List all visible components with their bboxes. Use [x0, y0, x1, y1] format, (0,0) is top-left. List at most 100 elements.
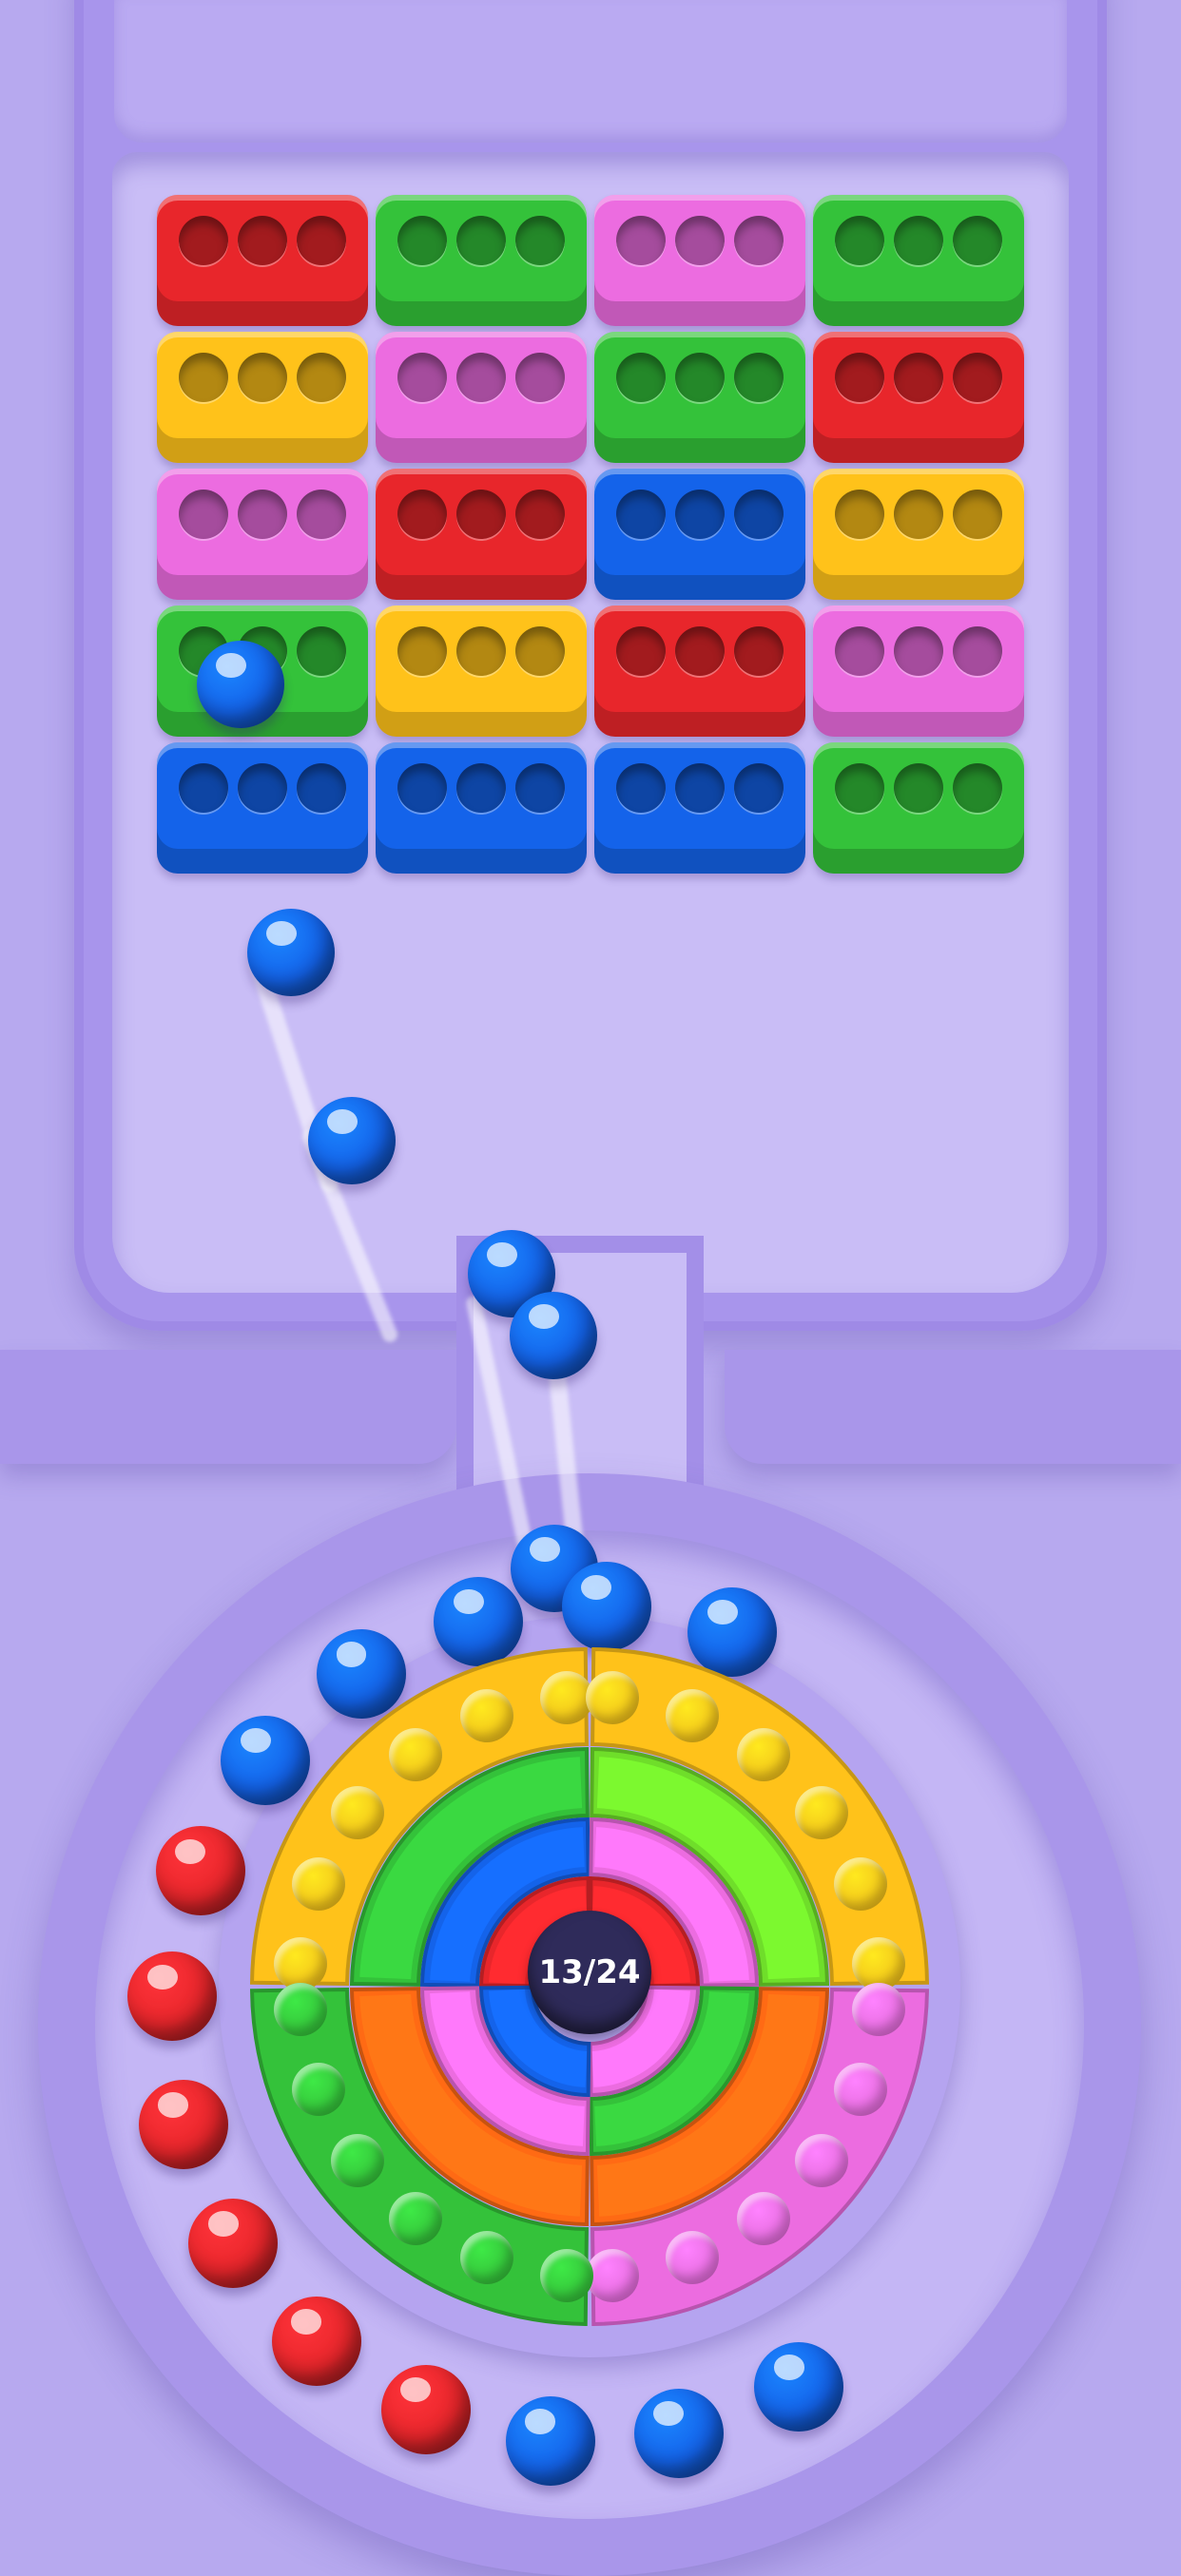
flying-ball — [247, 909, 335, 996]
brick-hole — [894, 216, 943, 265]
brick-red[interactable] — [594, 606, 805, 737]
brick-blue[interactable] — [594, 469, 805, 600]
queue-ball — [155, 1826, 245, 1916]
brick-hole — [515, 763, 565, 813]
wheel-peg — [273, 1936, 327, 1990]
wheel-peg — [852, 1936, 906, 1990]
brick-hole — [835, 763, 884, 813]
wheel-peg — [852, 1983, 906, 2037]
brick-pink[interactable] — [157, 469, 368, 600]
brick-hole — [894, 763, 943, 813]
brick-blue[interactable] — [376, 742, 587, 874]
wheel-peg — [291, 2063, 345, 2117]
wheel-peg — [794, 1785, 848, 1839]
wheel-peg — [539, 2249, 593, 2303]
brick-hole — [179, 216, 228, 265]
brick-hole — [953, 626, 1002, 676]
brick-hole — [297, 353, 346, 402]
wheel-peg — [273, 1983, 327, 2037]
brick-yellow[interactable] — [376, 606, 587, 737]
brick-hole — [835, 626, 884, 676]
brick-hole — [297, 626, 346, 676]
queue-ball — [138, 2080, 228, 2170]
brick-hole — [734, 763, 784, 813]
wheel-peg — [388, 2191, 442, 2245]
wheel-peg — [459, 1688, 513, 1742]
flying-ball — [308, 1097, 396, 1184]
wheel-peg — [737, 1728, 791, 1782]
brick-yellow[interactable] — [157, 332, 368, 463]
brick-hole — [675, 490, 725, 539]
queue-ball — [380, 2364, 471, 2454]
brick-yellow[interactable] — [813, 469, 1024, 600]
brick-blue[interactable] — [157, 742, 368, 874]
wheel-peg — [586, 1670, 640, 1724]
ball-counter: 13/24 — [528, 1911, 651, 2034]
wheel-peg — [666, 2231, 720, 2285]
brick-hole — [397, 490, 447, 539]
brick-hole — [616, 626, 666, 676]
wheel-peg — [459, 2231, 513, 2285]
brick-hole — [515, 353, 565, 402]
brick-hole — [734, 353, 784, 402]
brick-red[interactable] — [376, 469, 587, 600]
brick-hole — [238, 490, 287, 539]
brick-hole — [397, 216, 447, 265]
wheel-peg — [388, 1728, 442, 1782]
brick-hole — [734, 216, 784, 265]
wheel-peg — [794, 2134, 848, 2188]
flying-ball — [197, 641, 284, 728]
brick-hole — [835, 490, 884, 539]
wheel-peg — [737, 2191, 791, 2245]
wheel-peg — [539, 1670, 593, 1724]
queue-ball — [633, 2388, 724, 2478]
brick-hole — [734, 490, 784, 539]
brick-hole — [953, 490, 1002, 539]
brick-hole — [297, 216, 346, 265]
brick-hole — [456, 490, 506, 539]
brick-hole — [953, 763, 1002, 813]
brick-hole — [238, 216, 287, 265]
brick-hole — [179, 353, 228, 402]
flying-ball — [510, 1292, 597, 1379]
brick-pink[interactable] — [813, 606, 1024, 737]
wheel-peg — [291, 1856, 345, 1911]
right-wall — [725, 1350, 1181, 1464]
top-shelf — [114, 0, 1067, 143]
brick-green[interactable] — [376, 195, 587, 326]
brick-green[interactable] — [813, 742, 1024, 874]
brick-hole — [675, 216, 725, 265]
brick-hole — [179, 490, 228, 539]
brick-hole — [953, 216, 1002, 265]
brick-hole — [179, 763, 228, 813]
brick-green[interactable] — [594, 332, 805, 463]
brick-hole — [675, 626, 725, 676]
brick-pink[interactable] — [376, 332, 587, 463]
brick-hole — [515, 626, 565, 676]
brick-hole — [675, 353, 725, 402]
brick-hole — [456, 216, 506, 265]
brick-red[interactable] — [813, 332, 1024, 463]
brick-hole — [456, 763, 506, 813]
brick-hole — [835, 353, 884, 402]
brick-hole — [675, 763, 725, 813]
brick-pink[interactable] — [594, 195, 805, 326]
brick-hole — [894, 353, 943, 402]
left-wall — [0, 1350, 456, 1464]
brick-blue[interactable] — [594, 742, 805, 874]
wheel-peg — [331, 2134, 385, 2188]
brick-red[interactable] — [157, 195, 368, 326]
queue-ball — [561, 1562, 651, 1652]
brick-hole — [238, 763, 287, 813]
brick-hole — [835, 216, 884, 265]
brick-hole — [297, 763, 346, 813]
queue-ball — [754, 2342, 843, 2432]
brick-green[interactable] — [813, 195, 1024, 326]
brick-hole — [616, 353, 666, 402]
wheel-peg — [834, 1856, 888, 1911]
brick-hole — [456, 353, 506, 402]
brick-grid — [157, 195, 1024, 874]
brick-hole — [297, 490, 346, 539]
brick-hole — [397, 763, 447, 813]
counter-text: 13/24 — [538, 1953, 641, 1991]
